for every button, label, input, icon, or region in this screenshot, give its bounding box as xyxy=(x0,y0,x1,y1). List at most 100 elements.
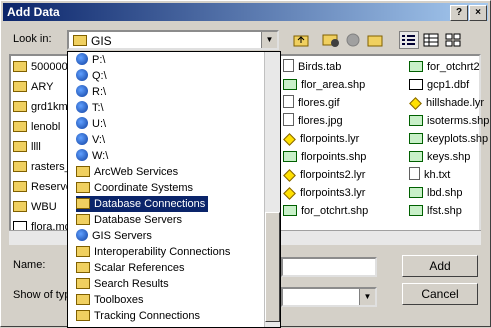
name-field[interactable] xyxy=(281,257,377,277)
list-item[interactable]: flores.gif xyxy=(283,95,340,111)
disconnect-icon[interactable] xyxy=(343,31,363,49)
dropdown-scrollbar[interactable] xyxy=(264,52,280,327)
dropdown-item[interactable]: W:\ xyxy=(76,148,111,164)
list-item[interactable]: kh.txt xyxy=(409,167,450,183)
list-view-icon[interactable] xyxy=(399,31,419,49)
dropdown-item[interactable]: ArcWeb Services xyxy=(76,164,181,180)
dropdown-item[interactable]: Toolboxes xyxy=(76,292,147,308)
dropdown-item-label: Q:\ xyxy=(92,70,107,82)
dropdown-item[interactable]: GIS Servers xyxy=(76,228,155,244)
layer-file-icon xyxy=(283,169,296,182)
folder-icon xyxy=(13,81,27,92)
list-item[interactable]: flor_area.shp xyxy=(283,77,365,93)
list-item[interactable]: florpoints.shp xyxy=(283,149,366,165)
dropdown-item[interactable]: Interoperability Connections xyxy=(76,244,233,260)
item-label: florpoints.lyr xyxy=(300,133,360,145)
file-icon xyxy=(409,167,420,180)
shapefile-icon xyxy=(409,205,423,216)
list-item[interactable]: Reserve xyxy=(13,179,72,195)
item-label: keyplots.shp xyxy=(427,133,489,145)
dropdown-item-label: Search Results xyxy=(94,278,169,290)
title-bar: Add Data ? × xyxy=(3,3,488,21)
shapefile-icon xyxy=(409,133,423,144)
folder-icon xyxy=(76,310,90,321)
dropdown-item[interactable]: Q:\ xyxy=(76,68,110,84)
help-button[interactable]: ? xyxy=(450,5,468,21)
dropdown-item[interactable]: Database Servers xyxy=(76,212,185,228)
name-label: Name: xyxy=(13,259,46,271)
network-drive-icon xyxy=(76,101,88,113)
dropdown-item[interactable]: Database Connections xyxy=(76,196,209,212)
network-drive-icon xyxy=(76,229,88,241)
list-item[interactable]: lbd.shp xyxy=(409,185,462,201)
dropdown-item[interactable]: V:\ xyxy=(76,132,108,148)
item-label: for_otchrt.shp xyxy=(301,205,369,217)
folder-icon xyxy=(13,61,27,72)
list-item[interactable]: florpoints.lyr xyxy=(283,131,359,147)
shapefile-icon xyxy=(283,151,297,162)
add-button[interactable]: Add xyxy=(402,255,478,277)
dropdown-item[interactable]: P:\ xyxy=(76,52,108,68)
shapefile-icon xyxy=(283,79,297,90)
connect-icon[interactable] xyxy=(321,31,341,49)
folder-icon xyxy=(76,166,90,177)
dropdown-item[interactable]: Search Results xyxy=(76,276,172,292)
folder-icon xyxy=(76,294,90,305)
list-item[interactable]: flores.jpg xyxy=(283,113,343,129)
dropdown-item-label: T:\ xyxy=(92,102,104,114)
look-in-combo[interactable]: GIS ▼ xyxy=(67,30,279,50)
list-item[interactable]: lfst.shp xyxy=(409,203,462,219)
item-label: 500000 xyxy=(31,61,68,73)
item-label: rasters_ xyxy=(31,161,71,173)
list-item[interactable]: WBU xyxy=(13,199,57,215)
dropdown-scroll-thumb[interactable] xyxy=(265,212,280,322)
up-folder-icon[interactable] xyxy=(291,31,311,49)
new-folder-icon[interactable] xyxy=(365,31,385,49)
list-item[interactable]: keyplots.shp xyxy=(409,131,488,147)
list-item[interactable]: florpoints2.lyr xyxy=(283,167,365,183)
chevron-down-icon[interactable]: ▼ xyxy=(261,32,277,48)
thumbnails-view-icon[interactable] xyxy=(443,31,463,49)
list-item[interactable]: hillshade.lyr xyxy=(409,95,484,111)
dropdown-item-label: Scalar References xyxy=(94,262,185,274)
network-drive-icon xyxy=(76,53,88,65)
close-button[interactable]: × xyxy=(469,5,487,21)
list-item[interactable]: llll xyxy=(13,139,41,155)
dropdown-item[interactable]: Tracking Connections xyxy=(76,308,203,324)
dropdown-item[interactable]: T:\ xyxy=(76,100,107,116)
list-item[interactable]: Birds.tab xyxy=(283,59,341,75)
dropdown-item-label: Interoperability Connections xyxy=(94,246,231,258)
list-item[interactable]: for_otchrt.shp xyxy=(283,203,368,219)
list-item[interactable]: lenobl xyxy=(13,119,60,135)
dropdown-item[interactable]: Scalar References xyxy=(76,260,188,276)
dropdown-item-label: Database Connections xyxy=(94,198,206,210)
item-label: Birds.tab xyxy=(298,61,342,73)
dropdown-item[interactable]: Coordinate Systems xyxy=(76,180,196,196)
look-in-dropdown-list: P:\ Q:\ R:\ T:\ U:\ V:\ W:\ ArcWeb Services Coor… xyxy=(67,51,281,328)
list-item[interactable]: florpoints3.lyr xyxy=(283,185,365,201)
list-item[interactable]: rasters_ xyxy=(13,159,71,175)
show-of-type-combo[interactable]: ▼ xyxy=(281,287,377,307)
dropdown-item-label: GIS Servers xyxy=(92,230,152,242)
dropdown-item-label: U:\ xyxy=(92,118,107,130)
cancel-button[interactable]: Cancel xyxy=(402,283,478,305)
dropdown-item-label: R:\ xyxy=(92,86,107,98)
folder-icon xyxy=(13,141,27,152)
network-drive-icon xyxy=(76,117,88,129)
dropdown-item-label: V:\ xyxy=(92,134,106,146)
list-item[interactable]: isoterms.shp xyxy=(409,113,489,129)
folder-icon xyxy=(76,246,90,257)
dropdown-item[interactable]: U:\ xyxy=(76,116,109,132)
shapefile-icon xyxy=(409,61,423,72)
list-item[interactable]: grd1km xyxy=(13,99,68,115)
item-label: lfst.shp xyxy=(427,205,462,217)
chevron-down-icon[interactable]: ▼ xyxy=(359,289,375,305)
list-item[interactable]: for_otchrt2 xyxy=(409,59,480,75)
list-item[interactable]: gcp1.dbf xyxy=(409,77,469,93)
list-item[interactable]: keys.shp xyxy=(409,149,470,165)
details-view-icon[interactable] xyxy=(421,31,441,49)
list-item[interactable]: 500000 xyxy=(13,59,68,75)
folder-icon xyxy=(73,35,87,46)
list-item[interactable]: ARY xyxy=(13,79,53,95)
dropdown-item[interactable]: R:\ xyxy=(76,84,109,100)
